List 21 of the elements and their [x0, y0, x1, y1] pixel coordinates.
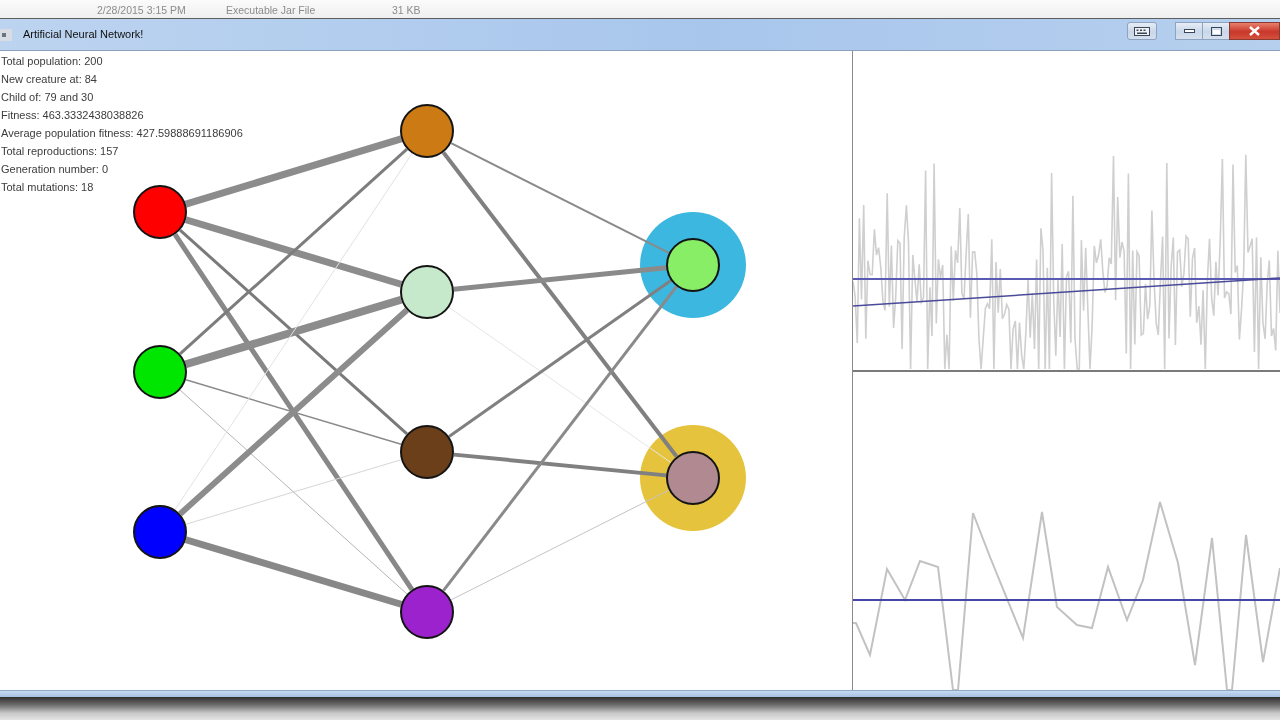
stat-text: Average population fitness: 427.59888691186906: [1, 126, 243, 141]
keyboard-icon: [1134, 26, 1150, 36]
app-icon[interactable]: [0, 29, 12, 41]
window-title: Artificial Neural Network!: [23, 28, 144, 40]
minimize-icon: [1183, 29, 1195, 33]
stat-text: Generation number: 0: [1, 162, 108, 177]
stat-text: Total mutations: 18: [1, 180, 94, 195]
file-detail-text: 31 KB: [392, 4, 422, 17]
stat-text: Fitness: 463.3332438038826: [1, 108, 144, 123]
stat-text: Total population: 200: [1, 54, 103, 69]
maximize-icon: [1210, 26, 1222, 36]
maximize-button[interactable]: [1202, 22, 1230, 40]
file-detail-text: 2/28/2015 3:15 PM: [97, 4, 187, 17]
keyboard-button[interactable]: [1127, 22, 1157, 40]
stat-text: Total reproductions: 157: [1, 144, 119, 159]
minimize-button[interactable]: [1175, 22, 1203, 40]
stat-text: Child of: 79 and 30: [1, 90, 94, 105]
close-icon: [1249, 26, 1260, 36]
file-detail-text: Executable Jar File: [226, 4, 317, 17]
stat-text: New creature at: 84: [1, 72, 97, 87]
close-button[interactable]: [1229, 22, 1280, 40]
